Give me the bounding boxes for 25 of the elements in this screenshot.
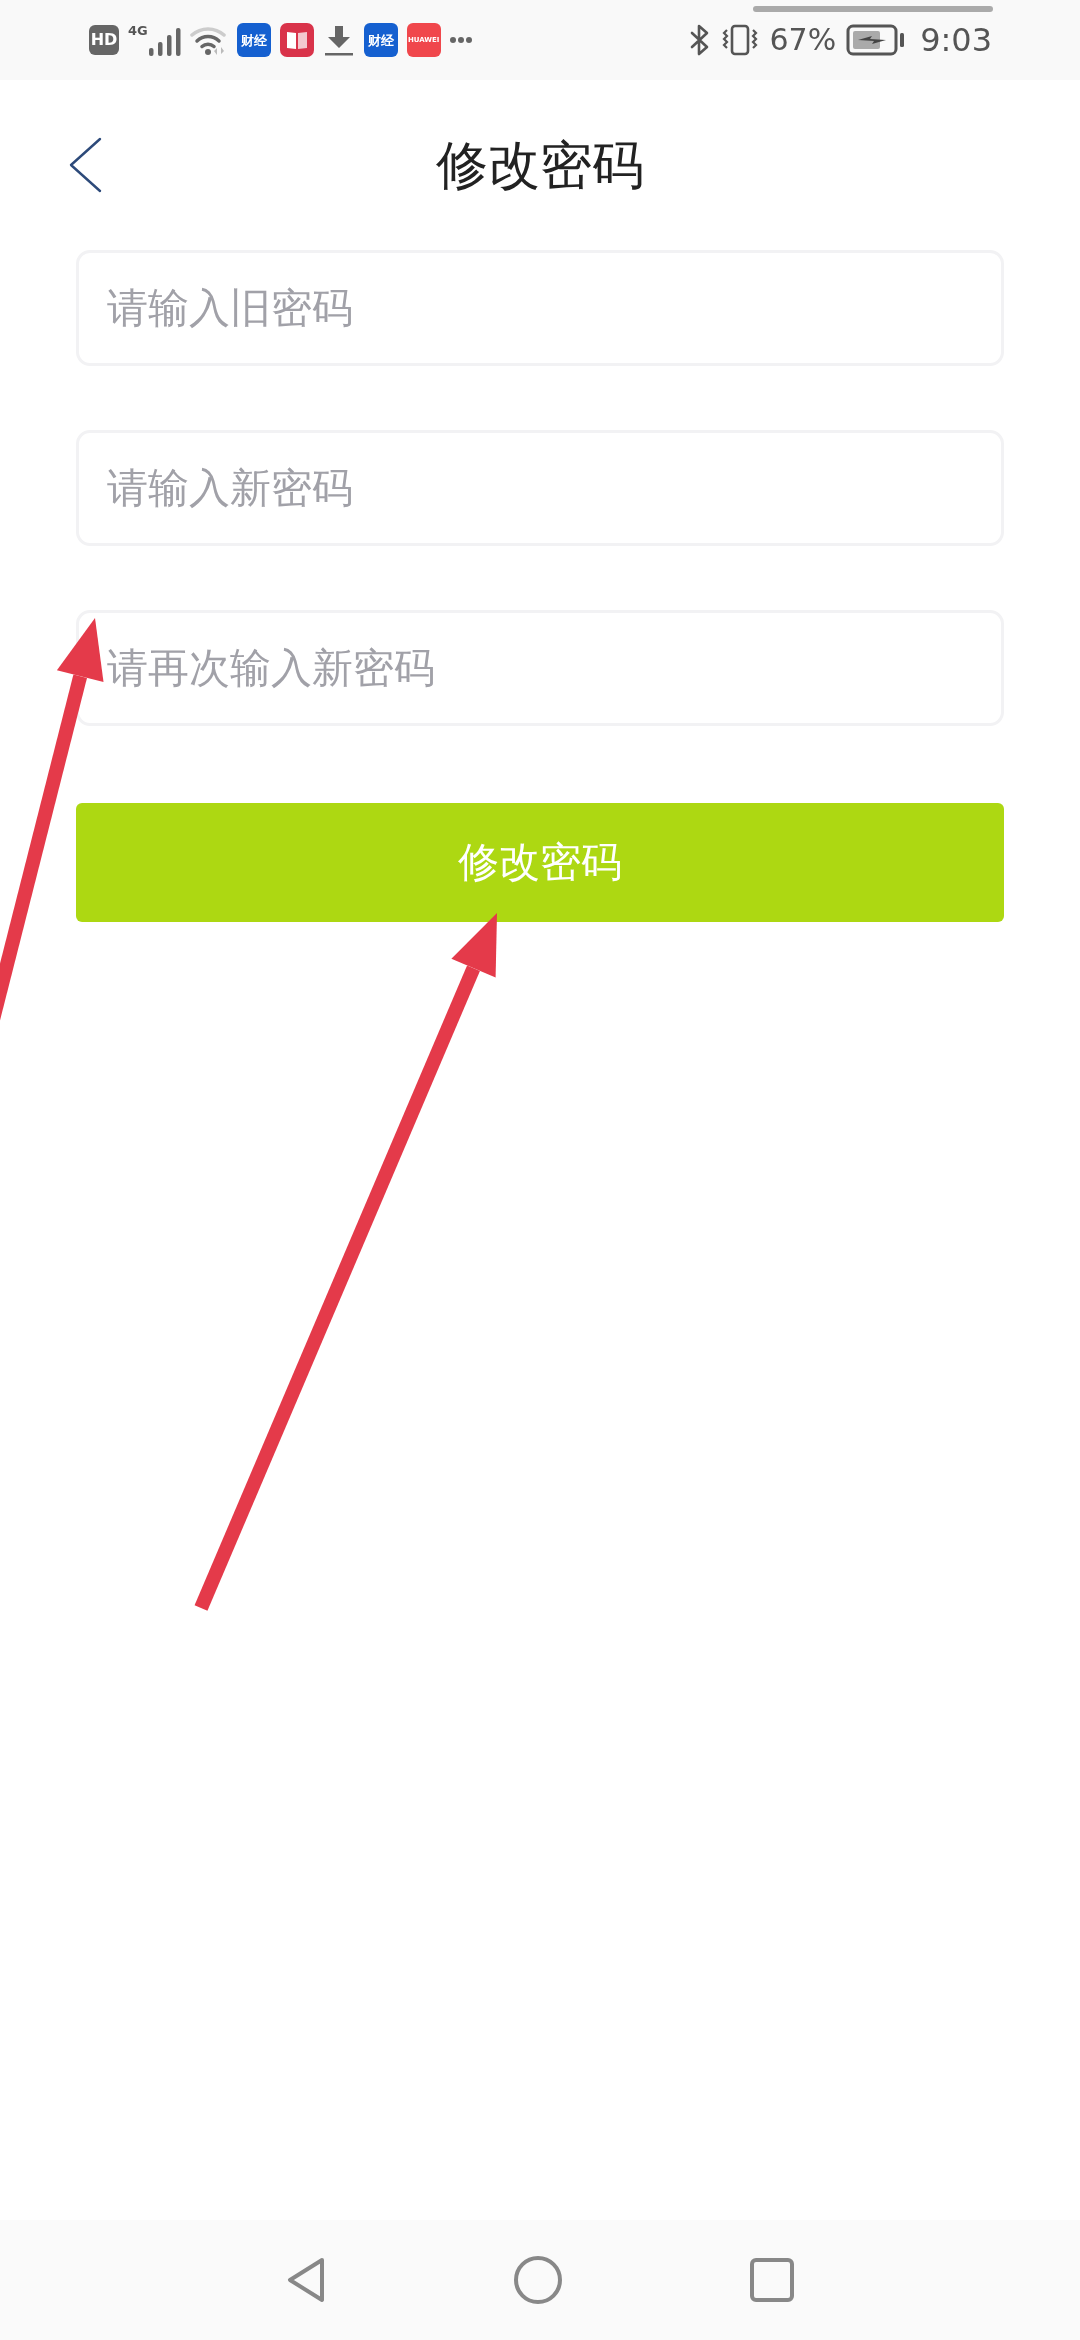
nav-recents-button[interactable] bbox=[750, 2258, 794, 2302]
battery-percentage: 67% bbox=[769, 25, 837, 55]
more-icon bbox=[449, 36, 472, 44]
page-title: 修改密码 bbox=[436, 139, 644, 191]
square-icon bbox=[750, 2258, 794, 2302]
change-password-button[interactable]: 修改密码 bbox=[76, 803, 1004, 922]
nav-home-button[interactable] bbox=[513, 2255, 563, 2305]
triangle-icon bbox=[286, 2257, 326, 2303]
network-type-label: 4G bbox=[128, 24, 148, 37]
clock-time: 9:03 bbox=[920, 24, 992, 56]
battery-charging-icon bbox=[846, 23, 907, 57]
signal-icon bbox=[148, 28, 181, 56]
book-icon bbox=[279, 23, 314, 57]
password-field[interactable]: 请再次输入新密码 bbox=[76, 610, 1004, 726]
hd-badge: HD bbox=[89, 25, 119, 55]
app-icon: 财经 bbox=[363, 23, 398, 57]
password-field[interactable]: 请输入新密码 bbox=[76, 430, 1004, 546]
app-icon: 财经 bbox=[236, 23, 271, 57]
wifi-icon bbox=[189, 25, 228, 55]
password-field[interactable]: 请输入旧密码 bbox=[76, 250, 1004, 366]
back-icon bbox=[68, 137, 102, 193]
nav-back-button[interactable] bbox=[286, 2257, 326, 2303]
vibrate-icon bbox=[721, 24, 760, 56]
circle-icon bbox=[513, 2255, 563, 2305]
download-icon bbox=[322, 24, 355, 56]
